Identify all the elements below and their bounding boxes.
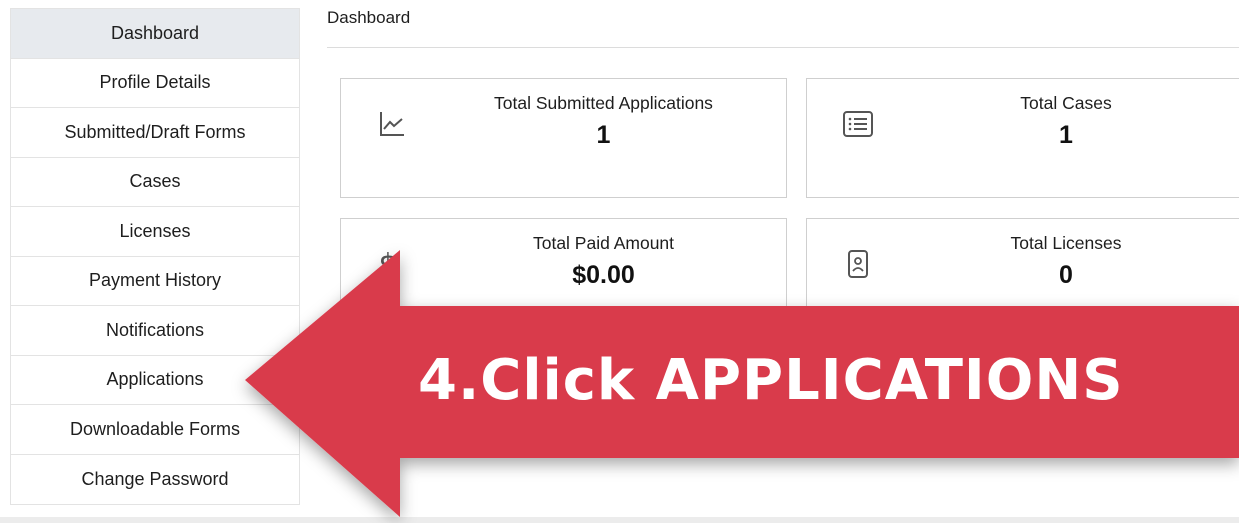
svg-text:$: $ <box>378 248 397 281</box>
id-badge-icon <box>841 247 875 281</box>
sidebar-item-applications[interactable]: Applications <box>11 356 299 405</box>
instruction-text: 4.Click APPLICATIONS <box>418 348 1124 413</box>
card-total-licenses: Total Licenses 0 <box>806 218 1239 338</box>
line-chart-icon <box>375 107 409 141</box>
sidebar-nav: Dashboard Profile Details Submitted/Draf… <box>10 8 300 505</box>
sidebar-item-downloadable-forms[interactable]: Downloadable Forms <box>11 405 299 455</box>
list-icon <box>841 107 875 141</box>
dollar-icon: $ <box>371 247 405 281</box>
sidebar-item-cases[interactable]: Cases <box>11 158 299 207</box>
sidebar-item-profile-details[interactable]: Profile Details <box>11 59 299 108</box>
card-label: Total Submitted Applications <box>494 93 713 113</box>
page-title: Dashboard <box>327 8 411 27</box>
card-label: Total Paid Amount <box>532 233 675 253</box>
card-value: 0 <box>1059 261 1073 289</box>
card-value: 1 <box>1059 121 1073 149</box>
card-label: Total Licenses <box>1010 233 1122 253</box>
sidebar-item-submitted-draft-forms[interactable]: Submitted/Draft Forms <box>11 108 299 158</box>
card-value: $0.00 <box>572 261 635 289</box>
sidebar-item-change-password[interactable]: Change Password <box>11 455 299 505</box>
sidebar-item-payment-history[interactable]: Payment History <box>11 257 299 306</box>
header-divider <box>327 47 1239 48</box>
sidebar-item-dashboard[interactable]: Dashboard <box>11 9 299 59</box>
card-value: 1 <box>596 121 611 149</box>
sidebar-item-notifications[interactable]: Notifications <box>11 306 299 356</box>
card-label: Total Cases <box>1020 93 1112 113</box>
card-total-submitted-applications: Total Submitted Applications 1 <box>340 78 787 198</box>
card-total-paid-amount: $ Total Paid Amount $0.00 <box>340 218 787 338</box>
card-total-cases: Total Cases 1 <box>806 78 1239 198</box>
footer-divider <box>0 517 1239 523</box>
sidebar-item-licenses[interactable]: Licenses <box>11 207 299 257</box>
